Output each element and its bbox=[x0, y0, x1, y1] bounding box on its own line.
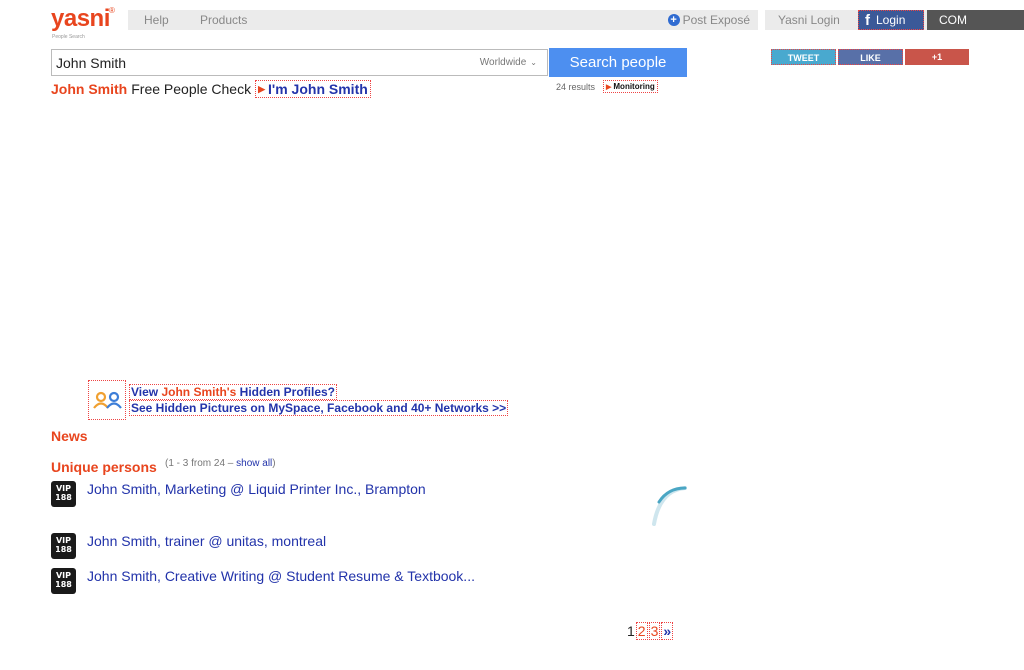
search-box: Worldwide ⌄ bbox=[51, 49, 548, 76]
nav-bar: Help Products + Post Exposé bbox=[128, 10, 758, 30]
hidden-profiles-icon-box[interactable] bbox=[88, 380, 126, 420]
region-label: Worldwide bbox=[479, 57, 527, 68]
result-link[interactable]: John Smith, Creative Writing @ Student R… bbox=[87, 568, 475, 584]
result-item: VIP 188 John Smith, trainer @ unitas, mo… bbox=[51, 533, 326, 559]
plus-circle-icon: + bbox=[667, 14, 680, 26]
result-link[interactable]: John Smith, Marketing @ Liquid Printer I… bbox=[87, 481, 426, 497]
vip-badge-icon[interactable]: VIP 188 bbox=[51, 481, 76, 507]
pagination: 1 2 3 » bbox=[627, 622, 674, 640]
page-2-link[interactable]: 2 bbox=[635, 622, 648, 640]
page-3-link[interactable]: 3 bbox=[648, 622, 661, 640]
com-button[interactable]: COM bbox=[927, 10, 1024, 30]
tweet-button[interactable]: TWEET bbox=[771, 49, 836, 65]
yasni-login-link[interactable]: Yasni Login bbox=[778, 13, 840, 27]
vip-label: VIP bbox=[55, 571, 72, 580]
unique-meta-close: ) bbox=[272, 458, 276, 469]
show-all-link[interactable]: show all bbox=[236, 458, 272, 469]
page-current: 1 bbox=[627, 623, 635, 639]
hidden-pictures-link[interactable]: See Hidden Pictures on MySpace, Facebook… bbox=[129, 400, 509, 416]
triangle-right-icon: ▶ bbox=[606, 83, 612, 91]
chevron-down-icon: ⌄ bbox=[530, 58, 537, 67]
hidden-profiles-links: View John Smith's Hidden Profiles? See H… bbox=[129, 384, 509, 416]
vip-number: 188 bbox=[55, 545, 72, 554]
results-count: 24 results bbox=[556, 82, 596, 92]
monitoring-label: Monitoring bbox=[613, 82, 655, 91]
unique-persons-heading: Unique persons bbox=[51, 459, 157, 475]
post-expose-link[interactable]: + Post Exposé bbox=[667, 13, 750, 27]
logo-registered-mark: ® bbox=[109, 6, 115, 15]
subtitle-line: John Smith Free People Check ▶ I'm John … bbox=[51, 80, 371, 98]
result-link[interactable]: John Smith, trainer @ unitas, montreal bbox=[87, 533, 326, 549]
post-expose-label: Post Exposé bbox=[682, 13, 750, 27]
nav-help-link[interactable]: Help bbox=[144, 13, 169, 27]
facebook-login-label: Login bbox=[876, 13, 906, 27]
vip-label: VIP bbox=[55, 536, 72, 545]
triangle-right-icon: ▶ bbox=[258, 83, 265, 94]
vip-label: VIP bbox=[55, 484, 72, 493]
loading-spinner-icon bbox=[652, 486, 687, 526]
news-heading: News bbox=[51, 428, 88, 444]
searched-name: John Smith bbox=[51, 81, 128, 97]
yasni-logo[interactable]: yasni ® People Search bbox=[51, 6, 121, 41]
vip-badge-icon[interactable]: VIP 188 bbox=[51, 568, 76, 594]
vip-number: 188 bbox=[55, 493, 72, 502]
im-john-smith-button[interactable]: ▶ I'm John Smith bbox=[255, 80, 371, 98]
logo-tagline: People Search bbox=[52, 34, 85, 40]
im-button-label: I'm John Smith bbox=[268, 81, 368, 97]
hp-suffix: Hidden Profiles? bbox=[236, 385, 336, 399]
unique-persons-meta: (1 - 3 from 24 – show all) bbox=[165, 458, 276, 469]
unique-meta-text: (1 - 3 from 24 – bbox=[165, 458, 237, 469]
vip-badge-icon[interactable]: VIP 188 bbox=[51, 533, 76, 559]
view-hidden-profiles-link[interactable]: View John Smith's Hidden Profiles? bbox=[129, 384, 338, 400]
monitoring-button[interactable]: ▶ Monitoring bbox=[603, 80, 658, 93]
plus-one-button[interactable]: +1 bbox=[905, 49, 969, 65]
hp-name: John Smith's bbox=[161, 385, 237, 399]
vip-number: 188 bbox=[55, 580, 72, 589]
like-button[interactable]: LIKE bbox=[838, 49, 903, 65]
result-item: VIP 188 John Smith, Marketing @ Liquid P… bbox=[51, 481, 426, 507]
free-people-check-text: Free People Check bbox=[131, 81, 252, 97]
search-people-button[interactable]: Search people bbox=[549, 48, 687, 77]
facebook-icon: f bbox=[865, 11, 870, 29]
facebook-login-button[interactable]: f Login bbox=[858, 10, 924, 30]
hp-prefix: View bbox=[131, 385, 162, 399]
region-select[interactable]: Worldwide ⌄ bbox=[480, 57, 537, 68]
login-area: Yasni Login f Login COM bbox=[765, 10, 1024, 30]
nav-products-link[interactable]: Products bbox=[200, 13, 247, 27]
top-bar: yasni ® People Search Help Products + Po… bbox=[0, 0, 1024, 40]
next-page-link[interactable]: » bbox=[661, 622, 674, 640]
people-icon bbox=[93, 391, 122, 409]
search-input[interactable] bbox=[56, 54, 456, 72]
result-item: VIP 188 John Smith, Creative Writing @ S… bbox=[51, 568, 475, 594]
